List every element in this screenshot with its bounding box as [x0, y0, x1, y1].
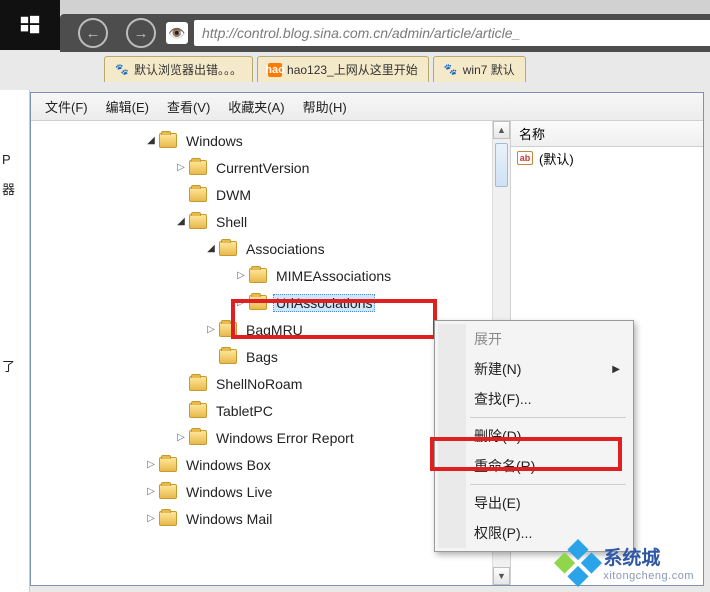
tree-node[interactable]: ◢ Associations: [35, 235, 510, 262]
tab-label: 默认浏览器出错。。。: [134, 61, 242, 78]
site-favicon: 👁️: [166, 22, 188, 44]
collapse-icon[interactable]: ◢: [205, 243, 217, 255]
folder-icon: [249, 268, 267, 283]
left-sliver: P 器 了: [0, 90, 30, 592]
tab-label: hao123_上网从这里开始: [287, 61, 418, 78]
tree-node-label: DWM: [213, 187, 254, 203]
menu-favorites[interactable]: 收藏夹(A): [220, 94, 292, 119]
tree-node[interactable]: ▷ UrlAssociations: [35, 289, 510, 316]
tree-node-label: Windows Box: [183, 457, 274, 473]
tree-node-label: Windows: [183, 133, 246, 149]
no-expand-icon: [175, 378, 187, 390]
no-expand-icon: [175, 405, 187, 417]
tree-node-label: MIMEAssociations: [273, 268, 394, 284]
folder-icon: [249, 295, 267, 310]
watermark: 系统城 xitongcheng.com: [561, 543, 694, 582]
ctx-find[interactable]: 查找(F)...: [438, 384, 630, 414]
browser-tabs: 🐾 默认浏览器出错。。。 hao hao123_上网从这里开始 🐾 win7 默认: [104, 52, 710, 82]
submenu-arrow-icon: ▶: [612, 364, 620, 375]
no-expand-icon: [205, 351, 217, 363]
folder-icon: [159, 511, 177, 526]
tree-node-label: Shell: [213, 214, 250, 230]
tree-node[interactable]: DWM: [35, 181, 510, 208]
folder-icon: [159, 457, 177, 472]
collapse-icon[interactable]: ◢: [175, 216, 187, 228]
browser-tab[interactable]: hao hao123_上网从这里开始: [257, 56, 429, 82]
string-value-icon: ab: [517, 151, 533, 165]
expand-icon[interactable]: ▷: [235, 270, 247, 282]
tree-node-label: TabletPC: [213, 403, 276, 419]
tree-node-label: UrlAssociations: [273, 294, 375, 312]
expand-icon[interactable]: ▷: [145, 486, 157, 498]
menu-view[interactable]: 查看(V): [159, 94, 218, 119]
ctx-expand[interactable]: 展开: [438, 324, 630, 354]
menu-help[interactable]: 帮助(H): [295, 94, 355, 119]
folder-icon: [219, 241, 237, 256]
tree-node-label: Bags: [243, 349, 281, 365]
folder-icon: [159, 133, 177, 148]
separator: [470, 417, 626, 418]
folder-icon: [189, 160, 207, 175]
expand-icon[interactable]: ▷: [175, 162, 187, 174]
paw-icon: 🐾: [444, 63, 458, 77]
ctx-rename[interactable]: 重命名(R): [438, 451, 630, 481]
column-header-name[interactable]: 名称: [511, 121, 703, 147]
tree-node-label: ShellNoRoam: [213, 376, 305, 392]
start-button[interactable]: [0, 0, 60, 50]
separator: [470, 484, 626, 485]
collapse-icon[interactable]: ◢: [145, 135, 157, 147]
folder-icon: [219, 322, 237, 337]
menubar: 文件(F) 编辑(E) 查看(V) 收藏夹(A) 帮助(H): [31, 93, 703, 121]
expand-icon[interactable]: ▷: [205, 324, 217, 336]
tree-node[interactable]: ◢ Windows: [35, 127, 510, 154]
tree-node[interactable]: ▷ CurrentVersion: [35, 154, 510, 181]
scroll-thumb[interactable]: [495, 143, 508, 187]
scroll-down-button[interactable]: ▼: [493, 567, 510, 585]
tab-label: win7 默认: [463, 61, 515, 78]
no-expand-icon: [175, 189, 187, 201]
watermark-url: xitongcheng.com: [603, 570, 694, 582]
tree-node-label: Windows Live: [183, 484, 275, 500]
tree-node[interactable]: ◢ Shell: [35, 208, 510, 235]
folder-icon: [189, 403, 207, 418]
menu-file[interactable]: 文件(F): [37, 94, 96, 119]
folder-icon: [189, 430, 207, 445]
watermark-brand: 系统城: [603, 543, 694, 570]
address-bar[interactable]: http://control.blog.sina.com.cn/admin/ar…: [194, 20, 710, 46]
list-row[interactable]: ab (默认): [511, 147, 703, 169]
ctx-delete[interactable]: 删除(D): [438, 421, 630, 451]
value-name: (默认): [539, 149, 574, 168]
expand-icon[interactable]: ▷: [145, 513, 157, 525]
tree-node-label: Associations: [243, 241, 328, 257]
browser-tab-strip: [60, 0, 710, 14]
browser-tab[interactable]: 🐾 win7 默认: [433, 56, 526, 82]
folder-icon: [189, 214, 207, 229]
tree-node-label: Windows Error Report: [213, 430, 357, 446]
browser-toolbar: ← → 👁️ http://control.blog.sina.com.cn/a…: [60, 14, 710, 52]
ctx-export[interactable]: 导出(E): [438, 488, 630, 518]
folder-icon: [189, 187, 207, 202]
browser-tab[interactable]: 🐾 默认浏览器出错。。。: [104, 56, 253, 82]
expand-icon[interactable]: ▷: [145, 459, 157, 471]
paw-icon: 🐾: [115, 63, 129, 77]
tree-node-label: CurrentVersion: [213, 160, 312, 176]
tree-node-label: Windows Mail: [183, 511, 275, 527]
folder-icon: [159, 484, 177, 499]
tree-node[interactable]: ▷ MIMEAssociations: [35, 262, 510, 289]
watermark-logo-icon: [554, 538, 602, 586]
folder-icon: [219, 349, 237, 364]
ctx-new[interactable]: 新建(N)▶: [438, 354, 630, 384]
scroll-up-button[interactable]: ▲: [493, 121, 510, 139]
hao-icon: hao: [268, 63, 282, 77]
folder-icon: [189, 376, 207, 391]
context-menu: 展开 新建(N)▶ 查找(F)... 删除(D) 重命名(R) 导出(E) 权限…: [434, 320, 634, 552]
tree-node-label: BagMRU: [243, 322, 306, 338]
forward-button[interactable]: →: [126, 18, 156, 48]
back-button[interactable]: ←: [78, 18, 108, 48]
expand-icon[interactable]: ▷: [235, 297, 247, 309]
menu-edit[interactable]: 编辑(E): [98, 94, 157, 119]
expand-icon[interactable]: ▷: [175, 432, 187, 444]
